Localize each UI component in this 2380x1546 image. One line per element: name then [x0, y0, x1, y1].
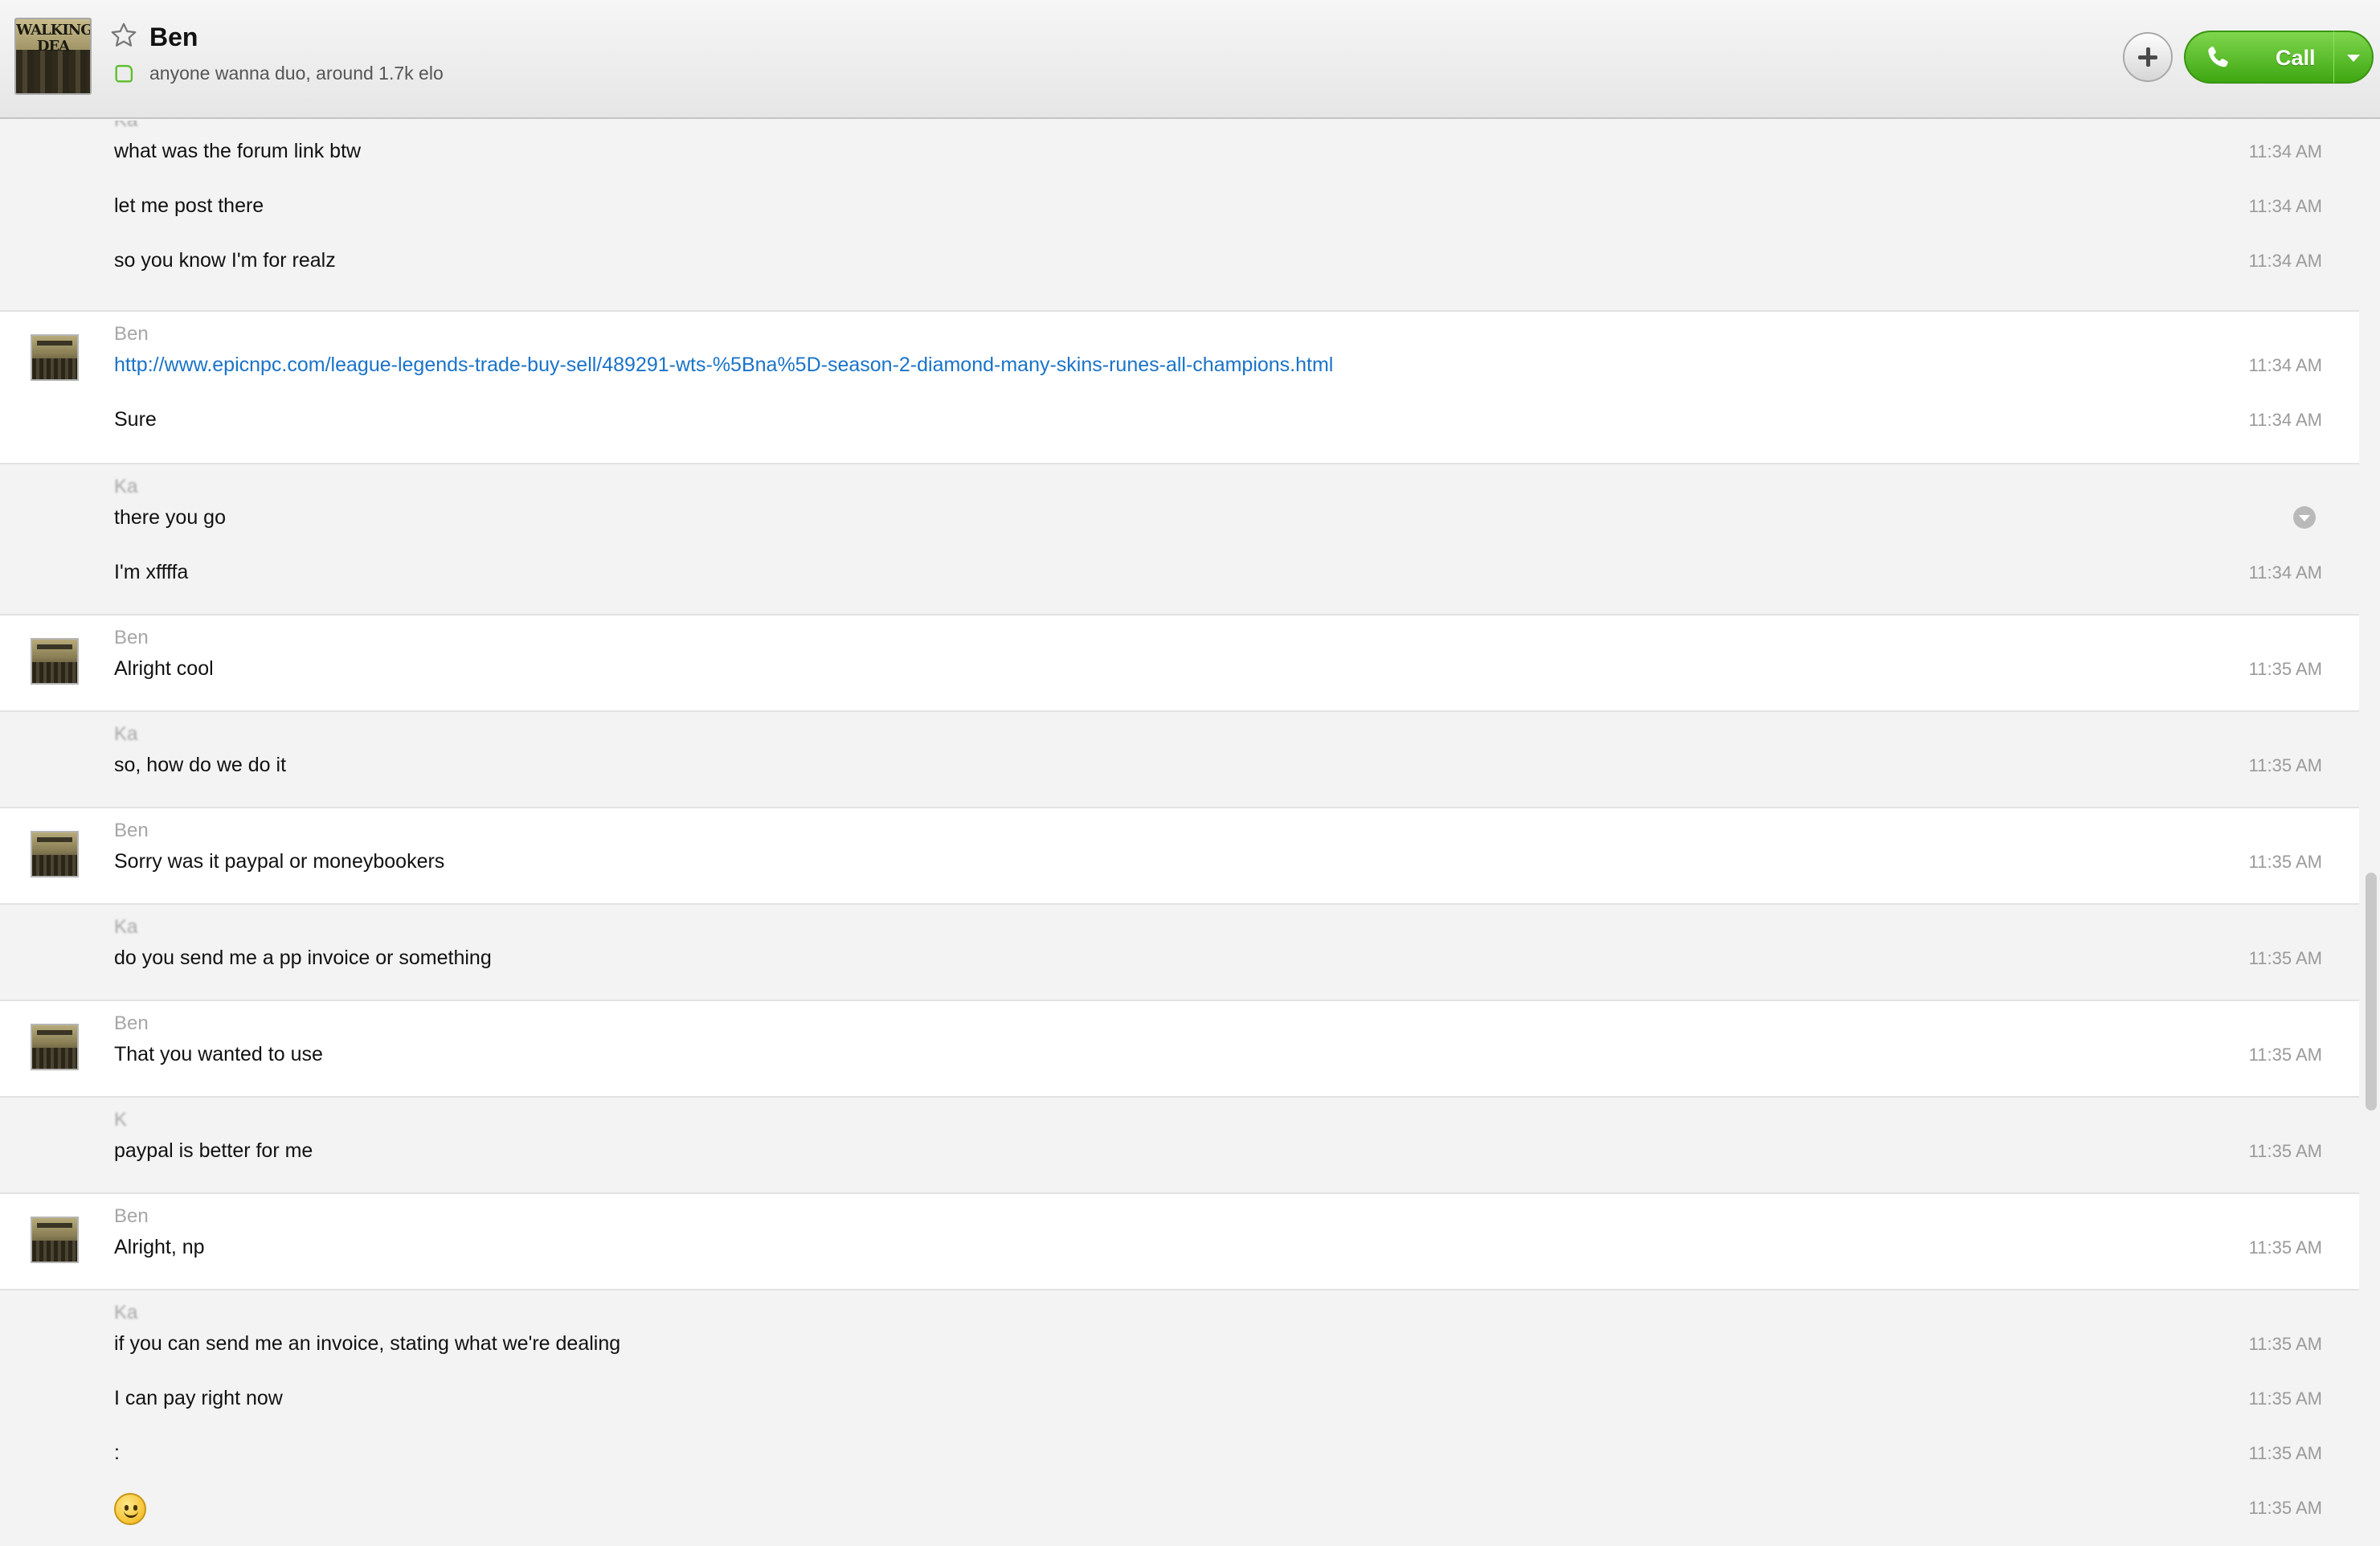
message-list[interactable]: Ka what was the forum link btw 11:34 AM let…: [0, 121, 2359, 1546]
message-text: Alright cool: [114, 657, 214, 680]
message-timestamp: 11:35 AM: [2248, 1498, 2322, 1518]
forum-link[interactable]: http://www.epicnpc.com/league-legends-tr…: [114, 354, 1333, 376]
call-label: Call: [2276, 46, 2316, 70]
message-group: Ka do you send me a pp invoice or somethi…: [0, 905, 2359, 1001]
mood-message-icon: [115, 64, 133, 83]
message-timestamp: 11:35 AM: [2248, 1389, 2322, 1409]
message-timestamp: 11:35 AM: [2248, 755, 2322, 775]
scrollbar-thumb[interactable]: [2366, 873, 2377, 1110]
message-link[interactable]: http://www.epicnpc.com/league-legends-tr…: [114, 354, 1333, 377]
call-options-dropdown[interactable]: [2333, 31, 2374, 84]
add-people-button[interactable]: [2123, 32, 2173, 82]
message-text: Sorry was it paypal or moneybookers: [114, 850, 445, 873]
message-text: That you wanted to use: [114, 1043, 323, 1065]
message-text: :: [114, 1442, 120, 1464]
message-text: paypal is better for me: [114, 1139, 313, 1162]
message-text: if you can send me an invoice, stating w…: [114, 1332, 621, 1355]
message-timestamp: 11:34 AM: [2248, 251, 2322, 271]
message-timestamp: 11:35 AM: [2248, 852, 2322, 872]
contact-name: Ben: [149, 22, 198, 51]
sender-name: Ben: [114, 1012, 149, 1034]
sender-avatar[interactable]: [31, 1217, 79, 1263]
sender-name: Ka: [114, 476, 138, 497]
message-timestamp: 11:35 AM: [2248, 1443, 2322, 1463]
message-timestamp: 11:35 AM: [2248, 948, 2322, 968]
sender-name: Ben: [114, 820, 149, 841]
message-text: do you send me a pp invoice or something: [114, 947, 492, 969]
message-timestamp: 11:35 AM: [2248, 1045, 2322, 1065]
sender-name: K: [114, 1109, 128, 1131]
message-text: I'm xffffa: [114, 561, 189, 583]
message-timestamp: 11:34 AM: [2248, 141, 2322, 162]
sender-avatar[interactable]: [31, 831, 79, 877]
message-timestamp: 11:34 AM: [2248, 196, 2322, 216]
message-group: Ka what was the forum link btw 11:34 AM let…: [0, 121, 2359, 312]
message-timestamp: 11:34 AM: [2248, 410, 2322, 430]
message-timestamp: 11:34 AM: [2248, 355, 2322, 375]
avatar-label: WALKING DEA: [16, 22, 92, 55]
sender-name: Ben: [114, 1205, 149, 1227]
sender-avatar[interactable]: [31, 334, 79, 381]
message-timestamp: 11:35 AM: [2248, 1334, 2322, 1354]
sender-name: Ka: [114, 723, 138, 745]
message-text: Alright, np: [114, 1236, 205, 1258]
message-group: Ben That you wanted to use 11:35 AM: [0, 1001, 2359, 1098]
mood-message: anyone wanna duo, around 1.7k elo: [149, 63, 444, 84]
message-text: Sure: [114, 408, 157, 431]
favorite-star-icon[interactable]: [109, 21, 138, 50]
message-group: Ben Alright, np 11:35 AM: [0, 1194, 2359, 1290]
smiley-icon: [114, 1493, 146, 1525]
message-text: I can pay right now: [114, 1387, 283, 1409]
sender-name: Ben: [114, 627, 149, 648]
contact-avatar[interactable]: WALKING DEA: [14, 18, 92, 95]
message-group: Ka there you go I'm xffffa 11:34 AM: [0, 464, 2359, 616]
message-text: so you know I'm for realz: [114, 249, 336, 272]
message-text: so, how do we do it: [114, 754, 287, 776]
conversation-header: WALKING DEA Ben anyone wanna duo, around…: [0, 0, 2380, 119]
call-button[interactable]: Call: [2184, 31, 2333, 84]
message-group: Ka if you can send me an invoice, stating…: [0, 1290, 2359, 1546]
message-timestamp: 11:35 AM: [2248, 1237, 2322, 1258]
message-options-icon[interactable]: [2293, 506, 2316, 529]
sender-name: Ben: [114, 323, 149, 345]
message-text: there you go: [114, 506, 226, 529]
phone-icon: [2208, 46, 2228, 67]
message-timestamp: 11:34 AM: [2248, 562, 2322, 583]
message-group: Kpaypal is better for me 11:35 AM: [0, 1098, 2359, 1194]
message-group: Ben http://www.epicnpc.com/league-legends…: [0, 312, 2359, 464]
message-timestamp: 11:35 AM: [2248, 1141, 2322, 1161]
message-text: let me post there: [114, 194, 264, 217]
sender-name: Ka: [114, 121, 137, 132]
scrollbar-track[interactable]: [2359, 121, 2380, 1546]
message-timestamp: 11:35 AM: [2248, 659, 2322, 679]
message-group: Ka so, how do we do it 11:35 AM: [0, 712, 2359, 808]
sender-avatar[interactable]: [31, 1024, 79, 1070]
sender-name: Ka: [114, 1302, 138, 1323]
message-group: Ben Sorry was it paypal or moneybookers 11…: [0, 808, 2359, 905]
sender-name: Ka: [114, 916, 138, 938]
message-group: Ben Alright cool 11:35 AM: [0, 616, 2359, 712]
message-text: what was the forum link btw: [114, 140, 362, 162]
sender-avatar[interactable]: [31, 638, 79, 685]
